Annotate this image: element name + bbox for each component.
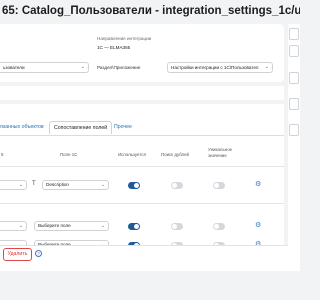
header-divider [0, 166, 284, 167]
col-header-1c-field: Поле 1С [60, 152, 78, 157]
right-side-panel [288, 24, 300, 264]
mid-card [0, 86, 284, 100]
page-title: 65: Catalog_Пользователи - integration_s… [2, 5, 300, 17]
footer-bar [0, 245, 300, 271]
chevron-down-icon: ⌄ [80, 64, 85, 70]
duplicates-toggle[interactable] [171, 182, 183, 189]
chevron-down-icon: ⌄ [18, 223, 23, 229]
chevron-down-icon: ⌄ [264, 64, 269, 70]
tab-linked-objects[interactable]: язанных объектов [0, 124, 44, 130]
settings-card [0, 24, 284, 82]
delete-button[interactable]: Удалить [3, 248, 32, 261]
col-header-unique: Уникальное значение [208, 147, 233, 158]
chevron-down-icon: ⌄ [100, 223, 105, 229]
onec-field-value: Выберите поле [38, 223, 71, 228]
select-section-value: Настройки интеграции с 1С\Пользовател [171, 65, 259, 70]
gear-icon[interactable]: ⚙ [255, 180, 261, 188]
used-toggle[interactable] [128, 182, 140, 189]
chevron-down-icon: ⌄ [18, 182, 23, 188]
tab-other[interactable]: Прочее [114, 124, 132, 130]
col-header-elma: 5 [1, 152, 4, 157]
row-divider [0, 203, 284, 204]
help-icon[interactable]: ? [35, 250, 42, 257]
select-object[interactable]: ьзователи ⌄ [0, 62, 89, 73]
unique-toggle[interactable] [213, 223, 225, 230]
onec-field-select[interactable]: Выберите поле ⌄ [34, 221, 109, 231]
text-type-icon: T [32, 181, 36, 187]
side-panel-button[interactable] [289, 28, 299, 40]
tab-field-mapping[interactable]: Сопоставление полей [49, 121, 113, 134]
page: 65: Catalog_Пользователи - integration_s… [0, 0, 300, 300]
direction-label: Направление интеграции [97, 36, 152, 41]
side-panel-button[interactable] [289, 45, 299, 57]
chevron-down-icon: ⌄ [100, 182, 105, 188]
unique-toggle[interactable] [213, 182, 225, 189]
side-panel-button[interactable] [289, 124, 299, 136]
gear-icon[interactable]: ⚙ [255, 221, 261, 229]
col-header-used: Используется [118, 152, 146, 157]
used-toggle[interactable] [128, 223, 140, 230]
select-object-value: ьзователи [3, 65, 25, 70]
duplicates-toggle[interactable] [171, 223, 183, 230]
elma-field-select[interactable]: ⌄ [0, 221, 27, 231]
col-header-duplicates: Поиск дублей [161, 152, 189, 157]
onec-field-select[interactable]: Description ⌄ [42, 180, 109, 190]
section-label: Раздел\Приложение [97, 65, 141, 70]
direction-value: 1С — ELMA365 [97, 45, 131, 50]
tab-divider [0, 135, 284, 136]
select-section[interactable]: Настройки интеграции с 1С\Пользовател ⌄ [167, 62, 273, 73]
onec-field-value: Description [46, 182, 69, 187]
elma-field-select[interactable]: ⌄ [0, 180, 27, 190]
side-panel-button[interactable] [289, 72, 299, 84]
side-panel-button[interactable] [289, 98, 299, 110]
